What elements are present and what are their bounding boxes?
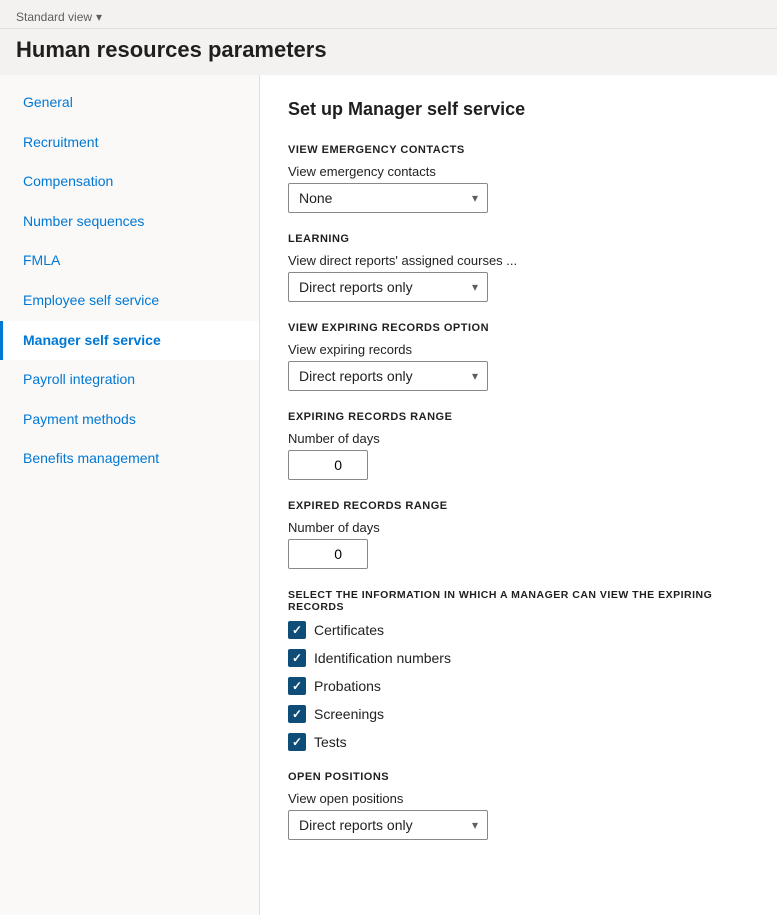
sidebar-item-general[interactable]: General — [0, 83, 259, 123]
learning-dropdown[interactable]: None Direct reports only All reports — [288, 272, 488, 302]
checkbox-probations-check-icon: ✓ — [292, 680, 302, 692]
checkbox-certificates[interactable]: ✓ Certificates — [288, 621, 749, 639]
expired-records-range-input[interactable] — [288, 539, 368, 569]
checkbox-probations-box: ✓ — [288, 677, 306, 695]
checkbox-certificates-label: Certificates — [314, 622, 384, 638]
content-area: Set up Manager self service VIEW EMERGEN… — [260, 75, 777, 915]
content-section-title: Set up Manager self service — [288, 99, 749, 120]
view-emergency-contacts-group: VIEW EMERGENCY CONTACTS View emergency c… — [288, 144, 749, 213]
checkboxes-container: ✓ Certificates ✓ Identification numbers … — [288, 621, 749, 751]
checkbox-tests-check-icon: ✓ — [292, 736, 302, 748]
standard-view-label: Standard view — [16, 10, 92, 24]
view-expiring-records-dropdown-wrapper: None Direct reports only All reports ▾ — [288, 361, 488, 391]
view-emergency-contacts-dropdown-wrapper: None Direct reports only All reports ▾ — [288, 183, 488, 213]
expired-records-range-label: Number of days — [288, 520, 749, 535]
checkbox-certificates-box: ✓ — [288, 621, 306, 639]
checkbox-identification-numbers[interactable]: ✓ Identification numbers — [288, 649, 749, 667]
checkbox-screenings-check-icon: ✓ — [292, 708, 302, 720]
sidebar-item-number-sequences[interactable]: Number sequences — [0, 202, 259, 242]
checkbox-screenings-box: ✓ — [288, 705, 306, 723]
checkbox-screenings[interactable]: ✓ Screenings — [288, 705, 749, 723]
checkbox-probations-label: Probations — [314, 678, 381, 694]
expiring-records-range-label: Number of days — [288, 431, 749, 446]
view-emergency-contacts-dropdown[interactable]: None Direct reports only All reports — [288, 183, 488, 213]
open-positions-dropdown[interactable]: None Direct reports only All reports — [288, 810, 488, 840]
expiring-records-range-group: EXPIRING RECORDS RANGE Number of days — [288, 411, 749, 480]
sidebar-item-compensation[interactable]: Compensation — [0, 162, 259, 202]
open-positions-dropdown-wrapper: None Direct reports only All reports ▾ — [288, 810, 488, 840]
checkbox-probations[interactable]: ✓ Probations — [288, 677, 749, 695]
checkbox-identification-numbers-label: Identification numbers — [314, 650, 451, 666]
checkbox-identification-numbers-check-icon: ✓ — [292, 652, 302, 664]
view-expiring-records-dropdown[interactable]: None Direct reports only All reports — [288, 361, 488, 391]
learning-label: View direct reports' assigned courses ..… — [288, 253, 749, 268]
standard-view-dropdown[interactable]: Standard view ▾ — [16, 10, 102, 24]
learning-group: LEARNING View direct reports' assigned c… — [288, 233, 749, 302]
select-information-label-upper: SELECT THE INFORMATION IN WHICH A MANAGE… — [288, 589, 749, 613]
open-positions-label-upper: OPEN POSITIONS — [288, 771, 749, 783]
view-expiring-records-label-upper: VIEW EXPIRING RECORDS OPTION — [288, 322, 749, 334]
sidebar-item-recruitment[interactable]: Recruitment — [0, 123, 259, 163]
expired-records-range-label-upper: EXPIRED RECORDS RANGE — [288, 500, 749, 512]
sidebar-item-payment-methods[interactable]: Payment methods — [0, 400, 259, 440]
view-emergency-contacts-label-upper: VIEW EMERGENCY CONTACTS — [288, 144, 749, 156]
checkbox-identification-numbers-box: ✓ — [288, 649, 306, 667]
expiring-records-range-label-upper: EXPIRING RECORDS RANGE — [288, 411, 749, 423]
page-title: Human resources parameters — [0, 29, 777, 75]
checkbox-tests[interactable]: ✓ Tests — [288, 733, 749, 751]
open-positions-label: View open positions — [288, 791, 749, 806]
chevron-down-icon: ▾ — [96, 10, 102, 24]
sidebar-item-employee-self-service[interactable]: Employee self service — [0, 281, 259, 321]
expired-records-range-group: EXPIRED RECORDS RANGE Number of days — [288, 500, 749, 569]
sidebar: GeneralRecruitmentCompensationNumber seq… — [0, 75, 260, 915]
select-information-group: SELECT THE INFORMATION IN WHICH A MANAGE… — [288, 589, 749, 751]
sidebar-item-fmla[interactable]: FMLA — [0, 241, 259, 281]
open-positions-group: OPEN POSITIONS View open positions None … — [288, 771, 749, 840]
view-emergency-contacts-label: View emergency contacts — [288, 164, 749, 179]
sidebar-item-benefits-management[interactable]: Benefits management — [0, 439, 259, 479]
view-expiring-records-group: VIEW EXPIRING RECORDS OPTION View expiri… — [288, 322, 749, 391]
checkbox-screenings-label: Screenings — [314, 706, 384, 722]
sidebar-item-manager-self-service[interactable]: Manager self service — [0, 321, 259, 361]
checkbox-certificates-check-icon: ✓ — [292, 624, 302, 636]
expiring-records-range-input[interactable] — [288, 450, 368, 480]
view-expiring-records-label: View expiring records — [288, 342, 749, 357]
checkbox-tests-label: Tests — [314, 734, 347, 750]
sidebar-item-payroll-integration[interactable]: Payroll integration — [0, 360, 259, 400]
learning-dropdown-wrapper: None Direct reports only All reports ▾ — [288, 272, 488, 302]
learning-label-upper: LEARNING — [288, 233, 749, 245]
checkbox-tests-box: ✓ — [288, 733, 306, 751]
